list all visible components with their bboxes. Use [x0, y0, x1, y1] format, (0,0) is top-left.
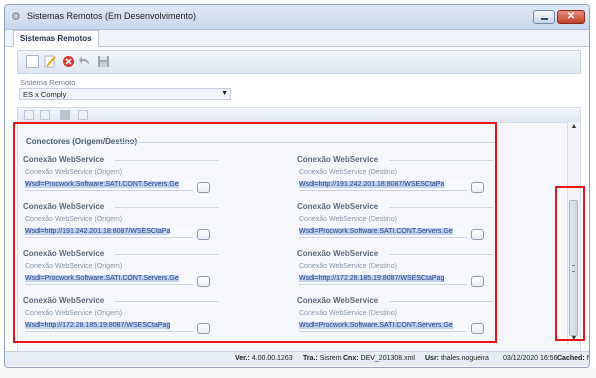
close-button[interactable]: ✕ [557, 10, 585, 24]
cnx-label: Cnx: [343, 355, 359, 362]
chevron-down-icon[interactable]: ▼ [221, 90, 228, 97]
refresh-connector-icon[interactable] [78, 110, 88, 120]
version-value: 4.00.00.1263 [251, 355, 293, 362]
delete-icon[interactable] [62, 55, 75, 68]
version-label: Ver.: [235, 355, 250, 362]
connector-toolbar [17, 107, 581, 123]
add-connector-icon[interactable] [24, 110, 34, 120]
sistema-remoto-value: ES x Comply [23, 90, 67, 99]
desktop-background [0, 368, 596, 378]
title-bar[interactable]: ⚙ Sistemas Remotos (Em Desenvolvimento) … [5, 5, 589, 30]
cached-value: N [587, 355, 589, 362]
gear-icon: ⚙ [11, 11, 21, 23]
tra-value: Sisrem [319, 355, 342, 362]
cached-label: Cached: [557, 355, 585, 362]
save-icon[interactable] [97, 55, 110, 68]
highlight-box-connectors [13, 122, 497, 343]
new-icon[interactable] [26, 55, 39, 68]
edit-icon[interactable] [44, 55, 57, 68]
undo-icon[interactable] [79, 55, 92, 68]
scroll-up-icon[interactable]: ▲ [568, 122, 580, 132]
status-bar: Ver.: 4.00.00.1263 Tra.: Sisrem Cnx: DEV… [5, 351, 589, 366]
minimize-button[interactable] [533, 10, 555, 24]
edit-connector-icon[interactable] [40, 110, 50, 120]
sistema-remoto-label: Sistema Remoto [20, 78, 76, 87]
cnx-value: DEV_201308.xml [360, 355, 415, 362]
sistema-remoto-select[interactable]: ES x Comply ▼ [19, 88, 231, 100]
window-title: Sistemas Remotos (Em Desenvolvimento) [27, 11, 197, 21]
highlight-box-scrollbar [555, 186, 585, 341]
tab-sistemas-remotos[interactable]: Sistemas Remotos [13, 30, 99, 47]
save-connector-icon[interactable] [60, 110, 70, 120]
toolbar [17, 50, 581, 74]
tab-strip: Sistemas Remotos [5, 30, 589, 47]
usr-value: thales.nogueira [440, 355, 489, 362]
tra-label: Tra.: [303, 355, 318, 362]
status-datetime: 03/12/2020 16:56 [503, 355, 558, 362]
usr-label: Usr: [425, 355, 440, 362]
